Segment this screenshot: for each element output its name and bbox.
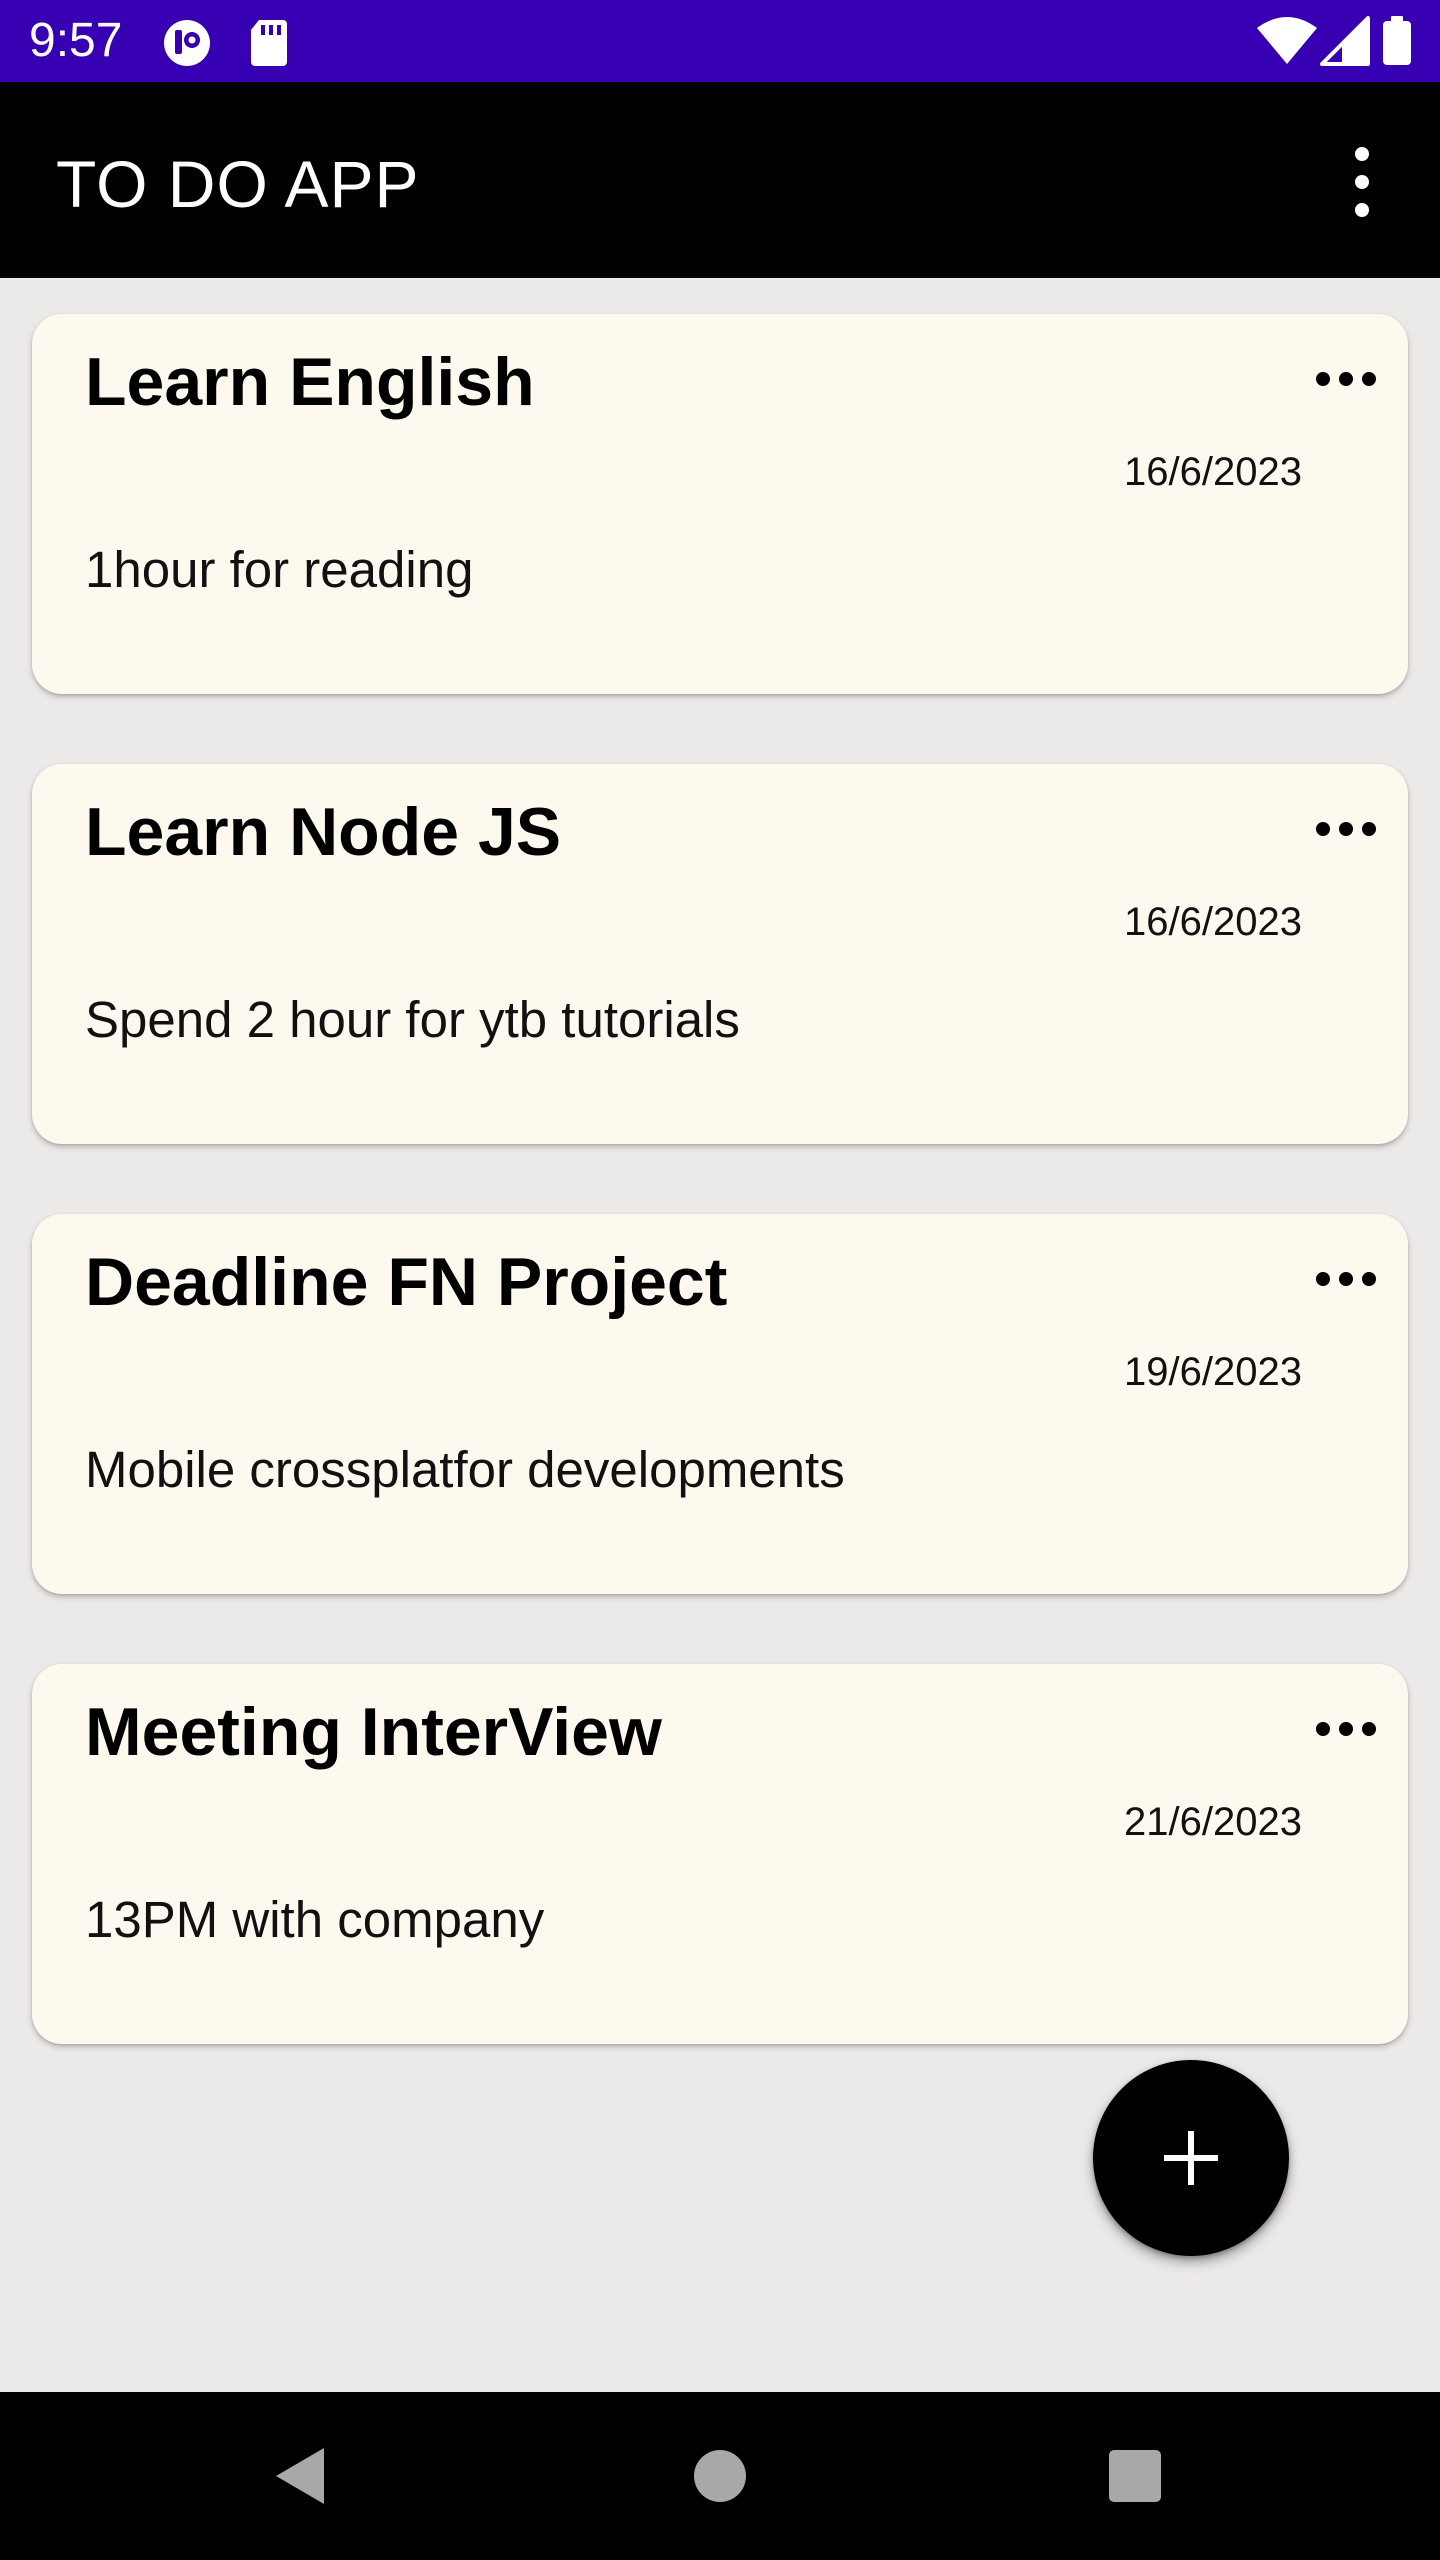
todo-description: Mobile crossplatfor developments (85, 1441, 845, 1498)
todo-description: 1hour for reading (85, 541, 474, 598)
app-title: TO DO APP (56, 147, 420, 221)
todo-card[interactable]: Learn Node JS 16/6/2023 Spend 2 hour for… (32, 764, 1408, 1144)
todo-card[interactable]: Deadline FN Project 19/6/2023 Mobile cro… (32, 1214, 1408, 1594)
battery-icon (1383, 16, 1411, 65)
status-time: 9:57 (29, 14, 123, 67)
todo-date: 16/6/2023 (1124, 450, 1302, 494)
wifi-icon (1257, 17, 1317, 64)
todo-card[interactable]: Learn English 16/6/2023 1hour for readin… (32, 314, 1408, 694)
more-horizontal-icon[interactable] (1314, 814, 1378, 844)
more-vertical-icon[interactable] (1332, 142, 1392, 222)
todo-date: 21/6/2023 (1124, 1800, 1302, 1844)
notification-app-icon (164, 20, 210, 66)
todo-description: Spend 2 hour for ytb tutorials (85, 991, 740, 1048)
todo-app-screen: 9:57 TO DO APP Learn English 16/6/2023 1… (0, 0, 1440, 2560)
status-bar: 9:57 (0, 0, 1440, 82)
recents-icon[interactable] (1085, 2426, 1185, 2526)
todo-card[interactable]: Meeting InterView 21/6/2023 13PM with co… (32, 1664, 1408, 2044)
system-navigation-bar (0, 2392, 1440, 2560)
todo-description: 13PM with company (85, 1891, 545, 1948)
more-horizontal-icon[interactable] (1314, 364, 1378, 394)
more-horizontal-icon[interactable] (1314, 1264, 1378, 1294)
home-icon[interactable] (670, 2426, 770, 2526)
back-icon[interactable] (250, 2426, 350, 2526)
sd-card-icon (251, 20, 287, 66)
app-bar: TO DO APP (0, 82, 1440, 278)
todo-title: Deadline FN Project (85, 1244, 728, 1320)
todo-title: Learn Node JS (85, 794, 562, 870)
todo-title: Meeting InterView (85, 1694, 662, 1770)
plus-icon (1164, 2131, 1218, 2185)
todo-title: Learn English (85, 344, 535, 420)
more-horizontal-icon[interactable] (1314, 1714, 1378, 1744)
cellular-signal-icon (1320, 16, 1370, 66)
todo-date: 19/6/2023 (1124, 1350, 1302, 1394)
todo-date: 16/6/2023 (1124, 900, 1302, 944)
add-todo-button[interactable] (1093, 2060, 1289, 2256)
